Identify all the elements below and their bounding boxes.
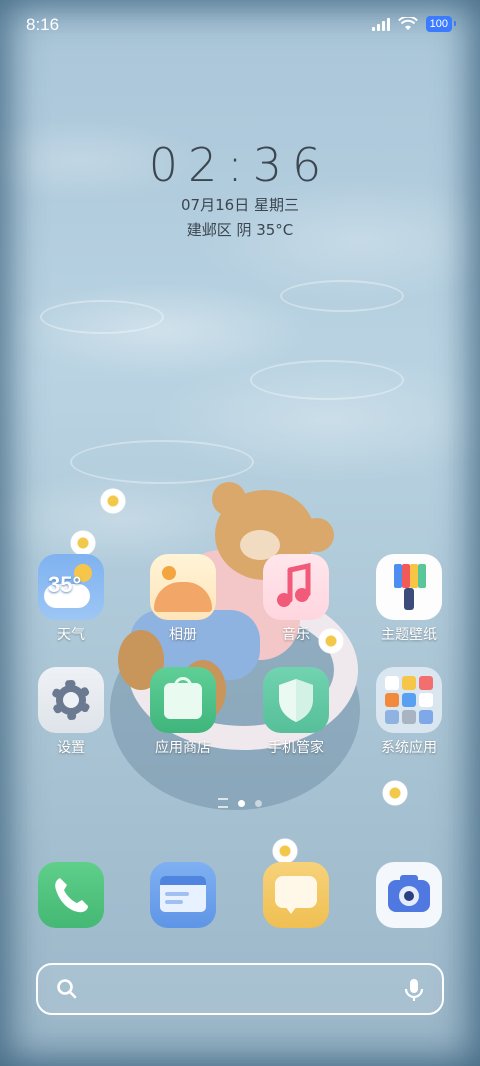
app-label: 手机管家 [268,740,324,756]
dock-phone[interactable] [28,862,114,928]
page-indicator-list-icon [218,798,228,808]
app-label: 应用商店 [155,740,211,756]
battery-indicator: 100 [425,16,457,32]
app-weather[interactable]: 35° 天气 [28,554,114,644]
water-ripple [250,360,404,400]
app-music[interactable]: 音乐 [253,554,339,644]
app-settings[interactable]: 设置 [28,667,114,757]
daisy-flower [70,530,96,556]
theme-brush-icon [376,554,442,620]
settings-gear-icon [38,667,104,733]
dock-browser[interactable] [140,862,226,928]
water-ripple [70,440,254,484]
page-dot-active [238,799,245,807]
app-label: 音乐 [282,627,310,643]
weather-icon: 35° [38,554,104,620]
weather-temp-text: 35° [48,572,82,597]
app-themes[interactable]: 主题壁纸 [366,554,452,644]
clock-widget-time[interactable]: 02:36 [0,138,480,192]
app-label: 设置 [57,740,85,756]
system-apps-folder-icon [376,667,442,733]
dock-messages[interactable] [253,862,339,928]
messages-icon [263,862,329,928]
status-bar: 8:16 100 [0,0,480,50]
search-icon [57,979,77,999]
status-indicators: 100 [371,16,457,32]
search-bar[interactable] [36,963,444,1015]
page-dot [255,799,262,807]
water-ripple [280,280,404,312]
app-label: 主题壁纸 [381,627,437,643]
security-shield-icon [263,667,329,733]
phone-icon [38,862,104,928]
clock-widget-date: 07月16日 星期三 [181,196,299,214]
app-app-store[interactable]: 应用商店 [140,667,226,757]
camera-icon [376,862,442,928]
music-icon [263,554,329,620]
dock-camera[interactable] [366,862,452,928]
app-gallery[interactable]: 相册 [140,554,226,644]
browser-icon [150,862,216,928]
water-ripple [40,300,164,334]
microphone-icon[interactable] [402,977,426,1003]
status-time: 8:16 [26,15,60,34]
app-phone-manager[interactable]: 手机管家 [253,667,339,757]
daisy-flower [100,488,126,514]
gallery-icon [150,554,216,620]
folder-system-apps[interactable]: 系统应用 [366,667,452,757]
clock-widget-weather: 建邺区 阴 35°C [186,221,294,239]
daisy-flower [272,838,298,864]
app-label: 天气 [57,627,85,643]
app-label: 相册 [169,627,197,643]
wifi-icon [397,17,418,30]
cellular-signal-icon [371,17,390,31]
app-store-bag-icon [150,667,216,733]
app-label: 系统应用 [381,740,437,756]
page-indicator[interactable] [0,798,480,808]
